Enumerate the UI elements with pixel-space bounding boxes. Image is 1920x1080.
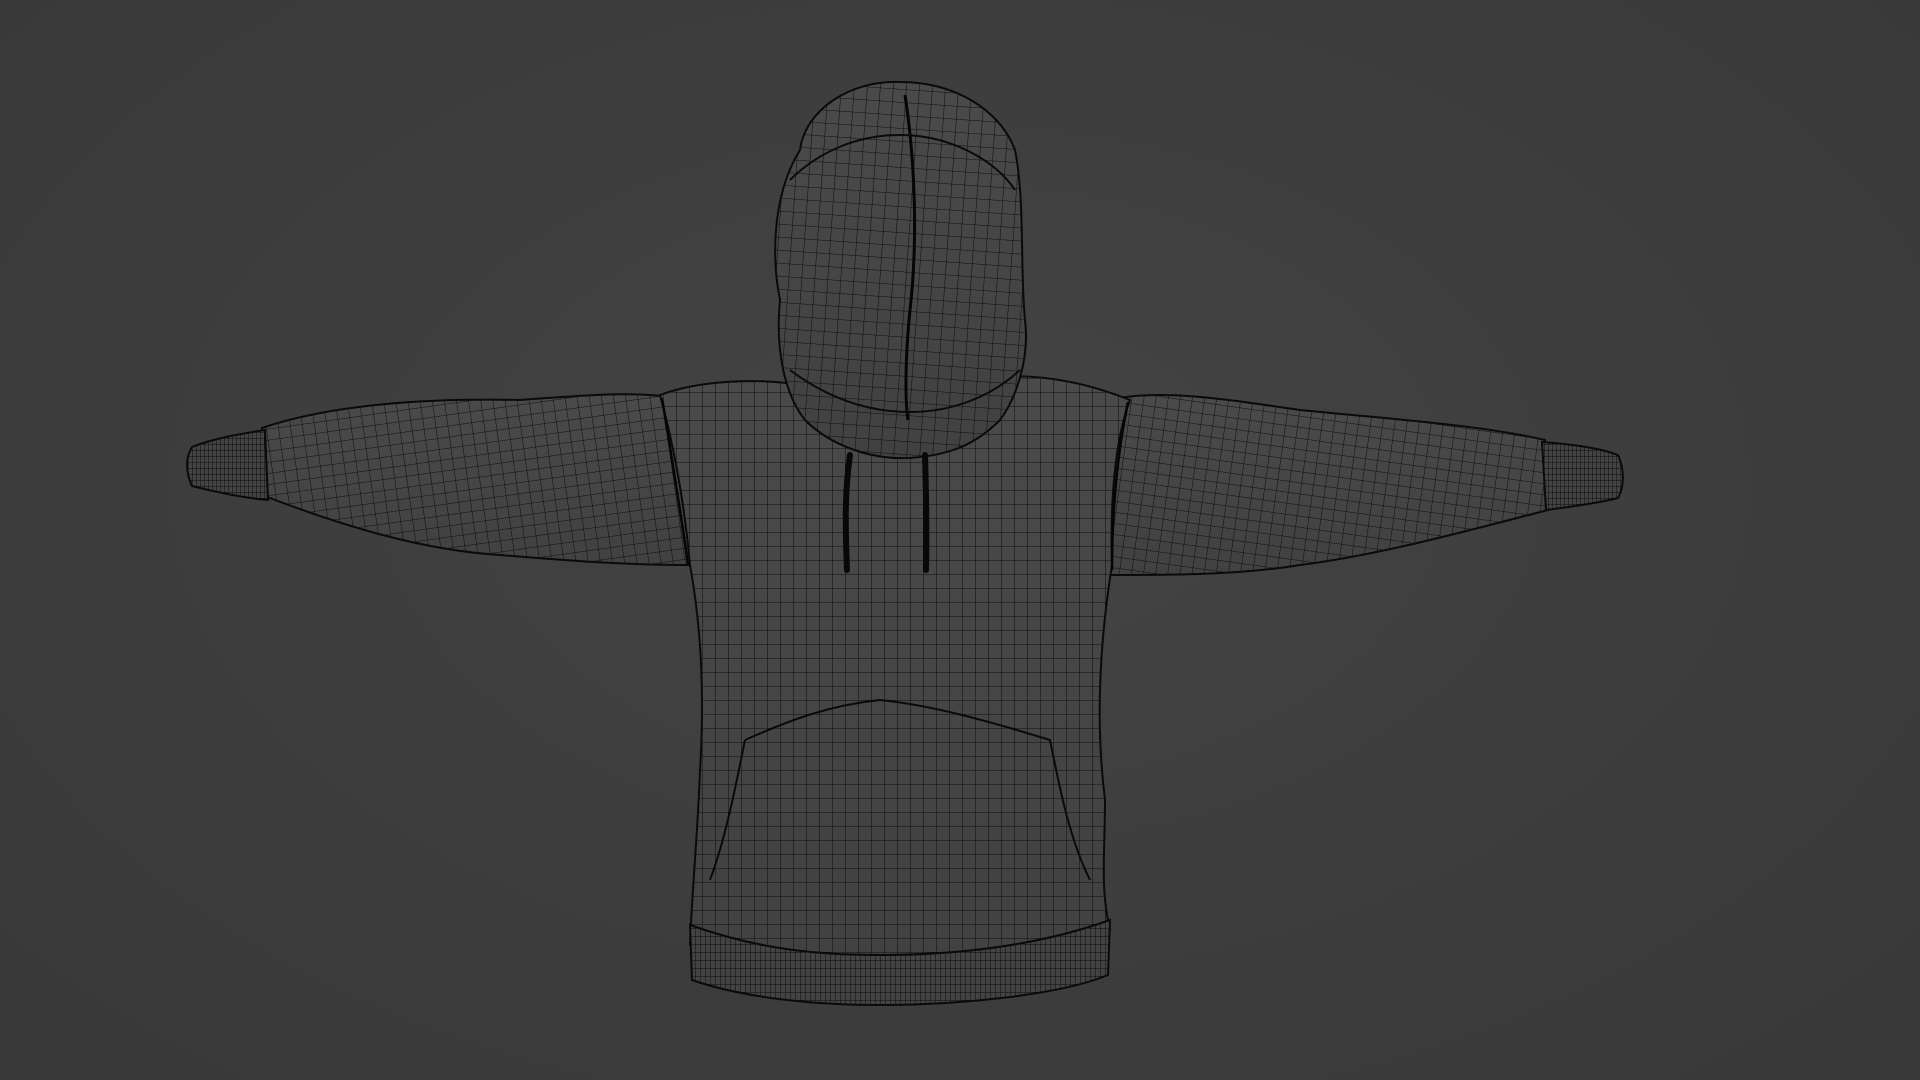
torso <box>658 375 1132 977</box>
hood <box>774 80 1027 460</box>
right-sleeve <box>1109 393 1550 577</box>
hoodie-wireframe-model[interactable] <box>0 0 1920 1080</box>
left-sleeve <box>261 393 691 567</box>
left-cuff <box>186 428 270 502</box>
3d-viewport[interactable] <box>0 0 1920 1080</box>
right-cuff <box>1540 440 1624 512</box>
